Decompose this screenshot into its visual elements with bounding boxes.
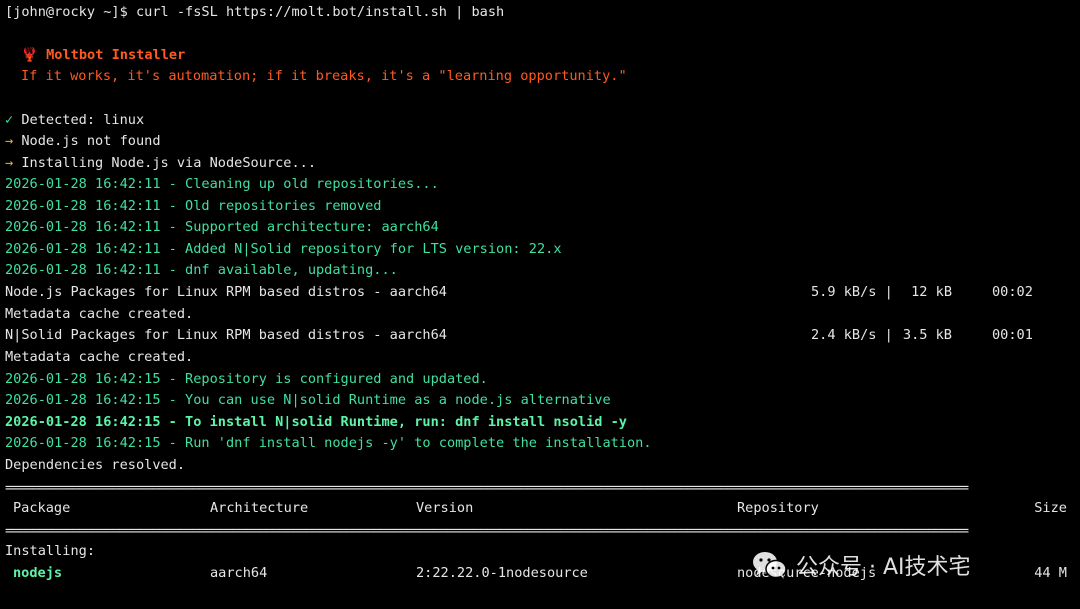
table-header-package: Package bbox=[13, 500, 71, 516]
arrow-right-icon: → bbox=[5, 155, 14, 171]
table-rule-top: ========================================… bbox=[5, 482, 969, 494]
table-header-architecture: Architecture bbox=[210, 500, 309, 516]
log-line: 2026-01-28 16:42:11 - Added N|Solid repo… bbox=[5, 241, 562, 257]
table-header-size: Size bbox=[1034, 500, 1067, 516]
table-row-size: 44 M bbox=[1034, 565, 1067, 581]
terminal-window[interactable]: [john@rocky ~]$ curl -fsSL https://molt.… bbox=[0, 0, 1080, 609]
repo-fetch-size: 3.5 kB bbox=[902, 327, 952, 343]
log-line: 2026-01-28 16:42:11 - Supported architec… bbox=[5, 219, 439, 235]
repo-fetch-line: Node.js Packages for Linux RPM based dis… bbox=[5, 284, 447, 300]
arrow-right-icon: → bbox=[5, 133, 14, 149]
status-line-detected: ✓ Detected: linux bbox=[5, 112, 145, 128]
log-line: 2026-01-28 16:42:15 - Run 'dnf install n… bbox=[5, 435, 652, 451]
watermark-text: 公众号 · AI技术宅 bbox=[796, 555, 971, 580]
table-row-package: nodejs bbox=[13, 565, 63, 581]
log-line: 2026-01-28 16:42:15 - Repository is conf… bbox=[5, 371, 488, 387]
repo-fetch-time: 00:02 bbox=[992, 284, 1033, 300]
installer-tagline: If it works, it's automation; if it brea… bbox=[21, 68, 627, 84]
table-header-version: Version bbox=[416, 500, 474, 516]
table-header-repository: Repository bbox=[737, 500, 819, 516]
log-line: 2026-01-28 16:42:11 - Cleaning up old re… bbox=[5, 176, 439, 192]
log-line-install-hint: 2026-01-28 16:42:15 - To install N|solid… bbox=[5, 414, 627, 430]
dependencies-resolved: Dependencies resolved. bbox=[5, 457, 186, 473]
installer-title: Moltbot Installer bbox=[46, 47, 186, 63]
wechat-icon bbox=[752, 550, 788, 580]
repo-fetch-speed: 2.4 kB/s | bbox=[811, 327, 893, 343]
log-line: 2026-01-28 16:42:11 - Old repositories r… bbox=[5, 198, 382, 214]
repo-fetch-time: 00:01 bbox=[992, 327, 1033, 343]
metadata-cache-line: Metadata cache created. bbox=[5, 306, 194, 322]
repo-fetch-speed: 5.9 kB/s | bbox=[811, 284, 893, 300]
repo-fetch-line: N|Solid Packages for Linux RPM based dis… bbox=[5, 327, 447, 343]
shell-prompt-command: [john@rocky ~]$ curl -fsSL https://molt.… bbox=[5, 4, 505, 20]
table-section-installing: Installing: bbox=[5, 543, 96, 559]
metadata-cache-line: Metadata cache created. bbox=[5, 349, 194, 365]
table-row-version: 2:22.22.0-1nodesource bbox=[416, 565, 588, 581]
log-line: 2026-01-28 16:42:11 - dnf available, upd… bbox=[5, 262, 398, 278]
check-icon: ✓ bbox=[5, 112, 14, 128]
table-rule-bottom: ========================================… bbox=[5, 525, 969, 537]
status-line-installing: → Installing Node.js via NodeSource... bbox=[5, 155, 317, 171]
installer-title-line: 🦞 Moltbot Installer bbox=[21, 45, 185, 66]
log-line: 2026-01-28 16:42:15 - You can use N|soli… bbox=[5, 392, 611, 408]
repo-fetch-size: 12 kB bbox=[911, 284, 952, 300]
status-line-node-missing: → Node.js not found bbox=[5, 133, 161, 149]
watermark: 公众号 · AI技术宅 bbox=[752, 550, 971, 580]
table-row-architecture: aarch64 bbox=[210, 565, 268, 581]
lobster-icon: 🦞 bbox=[21, 47, 38, 63]
